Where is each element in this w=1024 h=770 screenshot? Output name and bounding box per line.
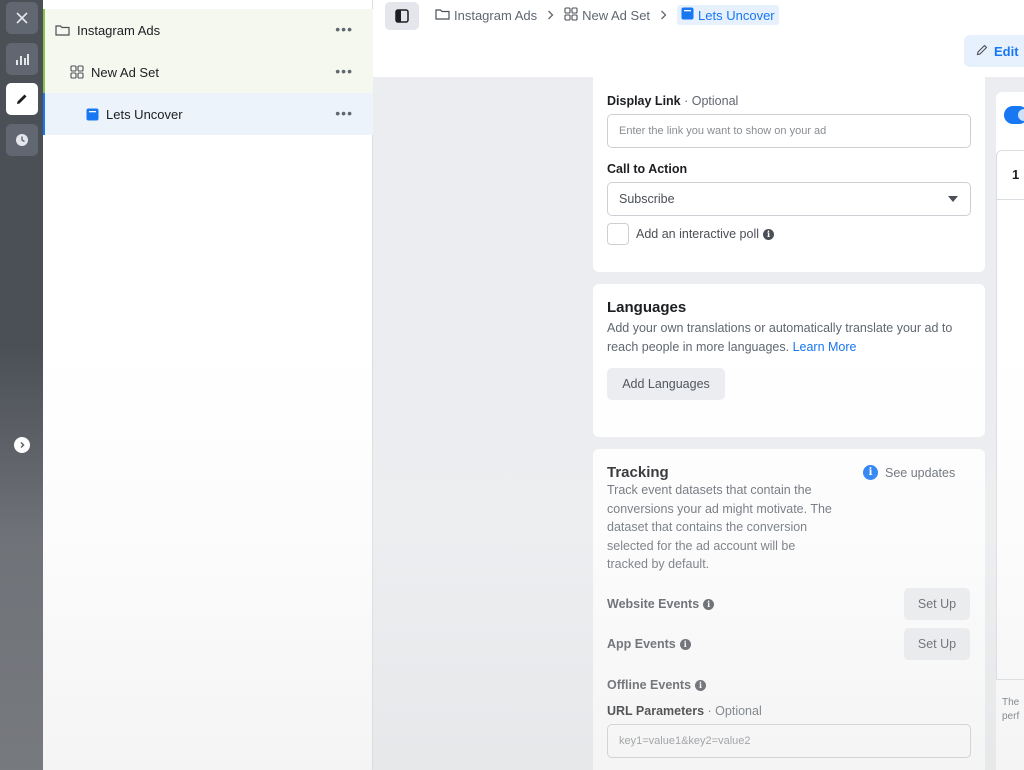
display-link-placeholder: Enter the link you want to show on your …	[619, 125, 827, 137]
grid-icon	[70, 65, 84, 79]
call-to-action-select[interactable]: Subscribe	[607, 182, 971, 216]
tree-item-label: Instagram Ads	[77, 22, 161, 38]
info-icon[interactable]: i	[679, 638, 691, 650]
tracking-card: Tracking i See updates Track event datas…	[593, 449, 985, 770]
display-link-input[interactable]: Enter the link you want to show on your …	[607, 114, 971, 148]
app-events-setup-button[interactable]: Set Up	[904, 628, 970, 660]
folder-icon	[435, 8, 450, 23]
preview-number: 1	[1012, 167, 1020, 182]
breadcrumb-label: New Ad Set	[582, 7, 651, 23]
tracking-description: Track event datasets that contain the co…	[607, 483, 832, 571]
ad-icon	[86, 108, 99, 121]
grid-icon	[564, 6, 578, 24]
left-rail	[0, 0, 43, 770]
info-icon[interactable]: i	[695, 679, 707, 691]
breadcrumb-adset[interactable]: New Ad Set	[564, 6, 651, 24]
chevron-right-icon	[660, 8, 667, 23]
ad-preview-panel: 1 The perf	[996, 92, 1024, 770]
offline-events-label: Offline Events i	[607, 678, 707, 692]
tree-item-campaign[interactable]: Instagram Ads •••	[43, 9, 373, 51]
main-area: Instagram Ads New Ad Set Lets Uncover Di…	[373, 0, 1024, 770]
languages-description: Add your own translations or automatical…	[607, 321, 953, 354]
more-options-icon[interactable]: •••	[335, 21, 353, 37]
chart-icon[interactable]	[6, 43, 38, 75]
chevron-right-icon[interactable]	[14, 437, 30, 453]
preview-toggle[interactable]	[1004, 106, 1024, 124]
info-icon[interactable]: i	[763, 228, 774, 240]
breadcrumb-label: Lets Uncover	[698, 7, 775, 23]
add-languages-button[interactable]: Add Languages	[607, 368, 725, 400]
panel-toggle-icon[interactable]	[385, 2, 419, 30]
learn-more-link[interactable]: Learn More	[793, 340, 857, 354]
poll-checkbox[interactable]	[607, 223, 629, 245]
caret-down-icon	[948, 196, 958, 202]
call-to-action-value: Subscribe	[619, 192, 675, 206]
more-options-icon[interactable]: •••	[335, 105, 353, 121]
pencil-icon	[976, 44, 988, 59]
display-link-label: Display Link · Optional	[607, 94, 739, 108]
app-events-label: App Events i	[607, 637, 691, 651]
url-parameters-placeholder: key1=value1&key2=value2	[619, 735, 751, 747]
preview-footnote: The perf	[1002, 697, 1020, 722]
edit-button[interactable]: Edit	[964, 35, 1024, 67]
more-options-icon[interactable]: •••	[335, 63, 353, 79]
divider	[997, 199, 1024, 200]
tree-item-adset[interactable]: New Ad Set •••	[43, 51, 373, 93]
pencil-icon[interactable]	[6, 83, 38, 115]
top-bar: Instagram Ads New Ad Set Lets Uncover	[373, 0, 1024, 77]
website-events-label: Website Events i	[607, 597, 715, 611]
breadcrumb-campaign[interactable]: Instagram Ads	[435, 8, 537, 23]
ad-icon	[681, 7, 694, 23]
tracking-title: Tracking	[607, 464, 669, 481]
call-to-action-label: Call to Action	[607, 162, 688, 176]
url-parameters-label: URL Parameters · Optional	[607, 704, 762, 718]
breadcrumb: Instagram Ads New Ad Set Lets Uncover	[435, 4, 779, 26]
info-icon: i	[863, 465, 878, 480]
url-parameters-input[interactable]: key1=value1&key2=value2	[607, 724, 971, 758]
poll-label: Add an interactive poll i	[636, 227, 774, 241]
close-icon[interactable]	[6, 2, 38, 34]
breadcrumb-label: Instagram Ads	[454, 7, 538, 23]
preview-frame: 1	[996, 150, 1024, 680]
folder-icon	[55, 24, 70, 36]
tree-item-label: New Ad Set	[91, 64, 159, 80]
destination-card: Display Link · Optional Enter the link y…	[593, 77, 985, 272]
languages-card: Languages Add your own translations or a…	[593, 284, 985, 437]
website-events-setup-button[interactable]: Set Up	[904, 588, 970, 620]
tree-item-label: Lets Uncover	[106, 106, 183, 122]
campaign-tree-panel: Instagram Ads ••• New Ad Set ••• Lets Un…	[43, 0, 373, 770]
tree-item-ad[interactable]: Lets Uncover •••	[43, 93, 373, 135]
see-updates-link[interactable]: i See updates	[863, 465, 955, 480]
chevron-right-icon	[547, 8, 554, 23]
clock-icon[interactable]	[6, 124, 38, 156]
languages-title: Languages	[607, 299, 687, 316]
breadcrumb-ad[interactable]: Lets Uncover	[677, 5, 779, 25]
info-icon[interactable]: i	[703, 598, 715, 610]
